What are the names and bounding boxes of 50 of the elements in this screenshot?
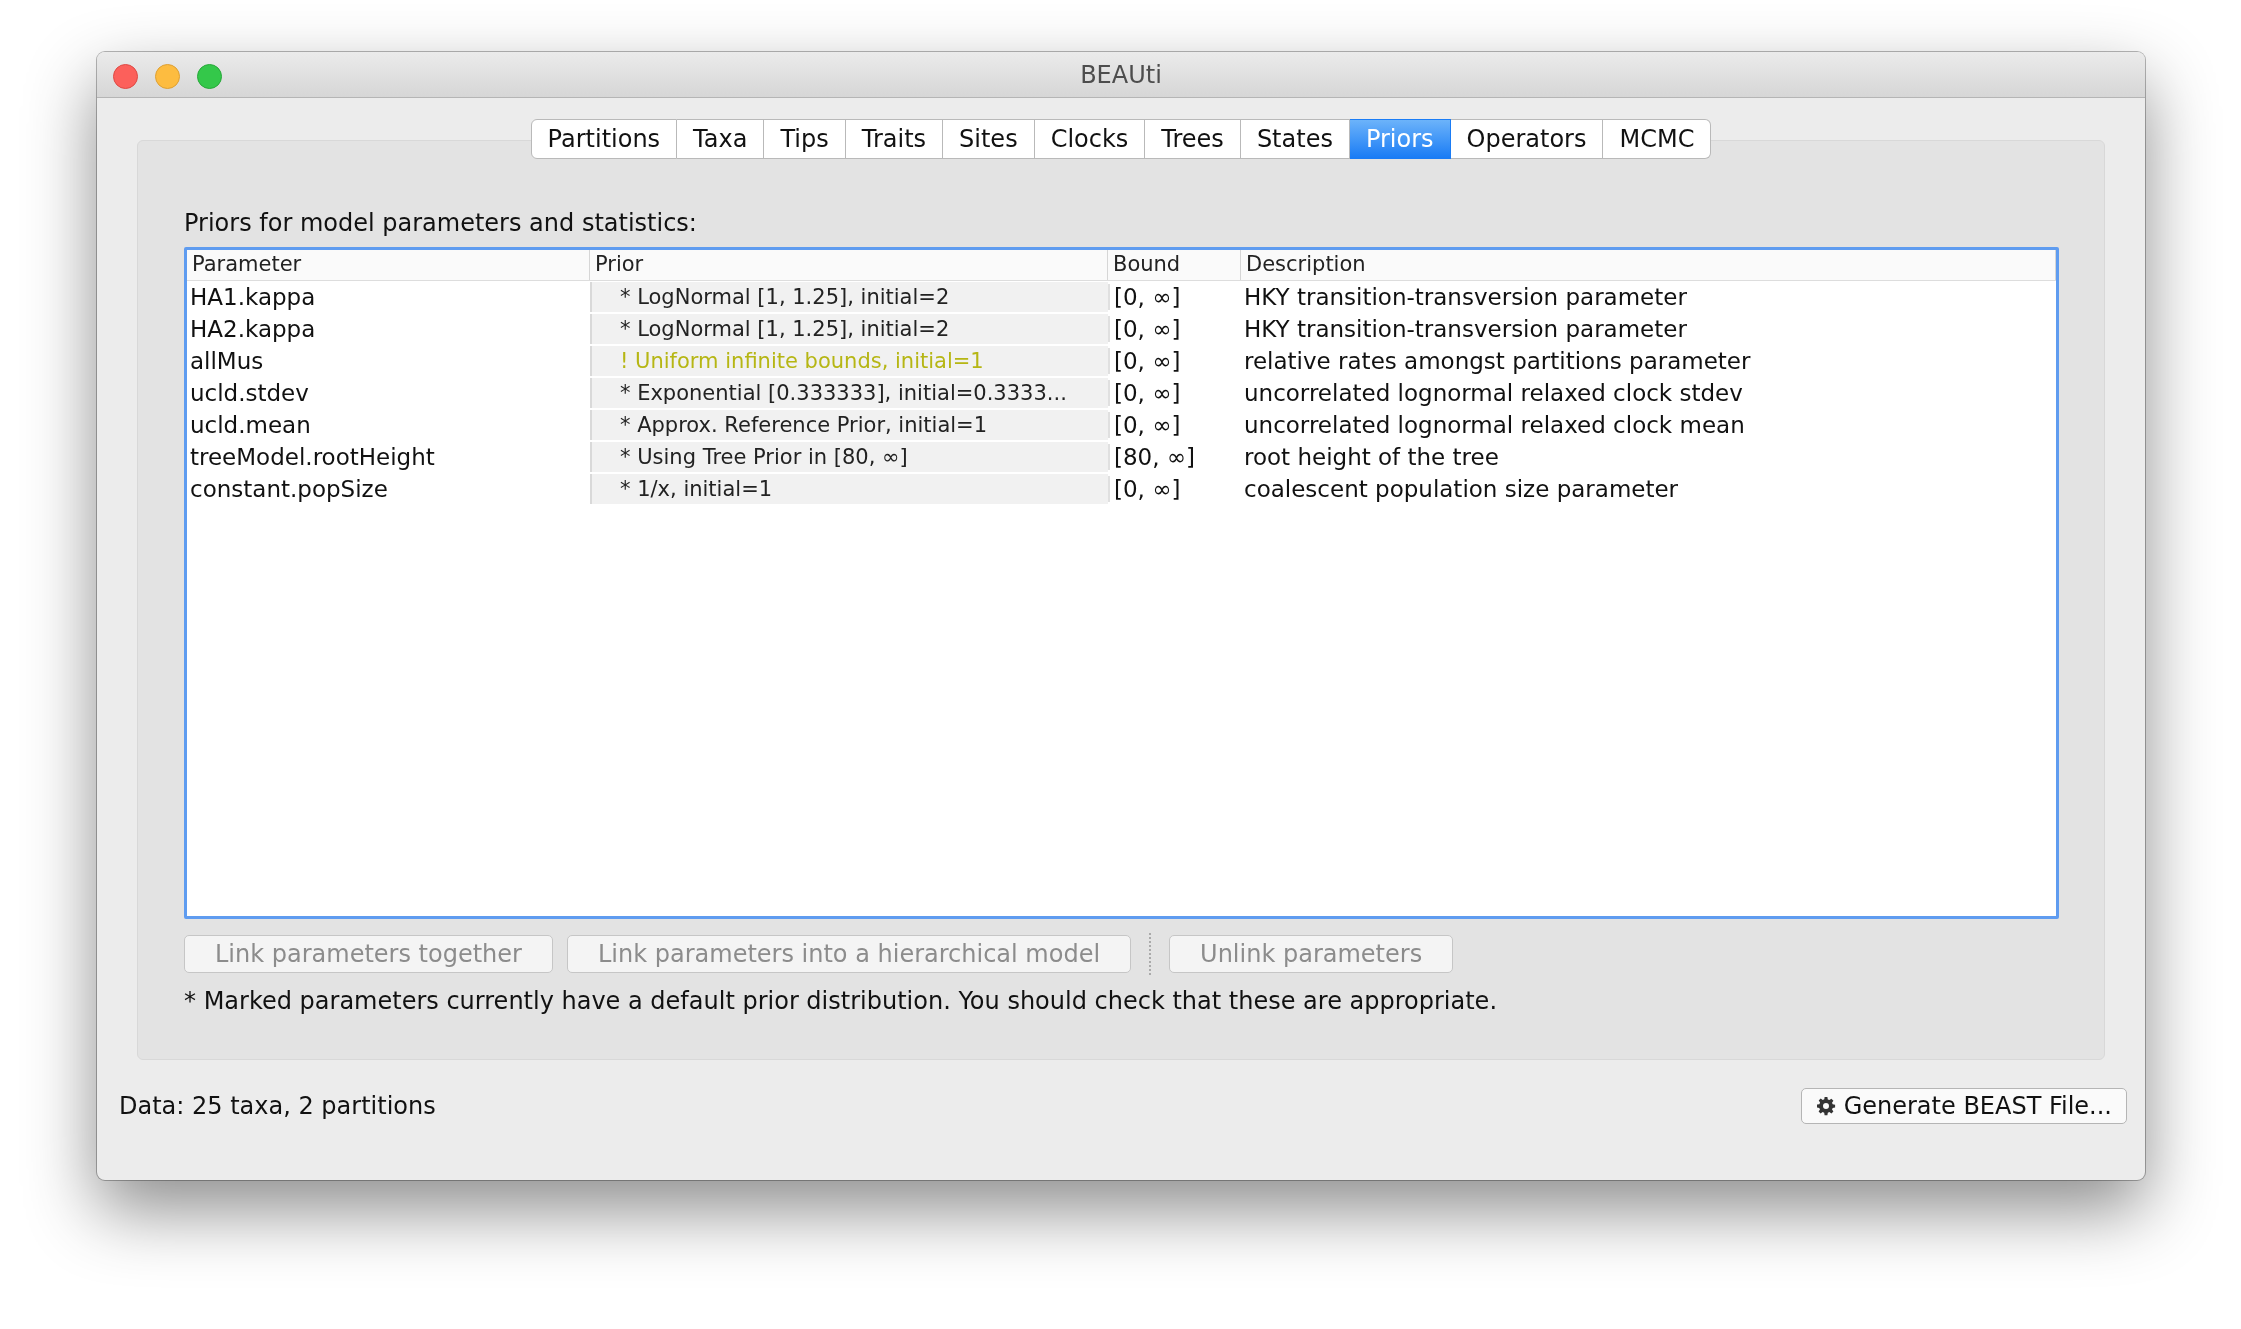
table-cell: [0, ∞] xyxy=(1108,348,1241,374)
footnote-text: * Marked parameters currently have a default prior distribution. You should check that these are appropriate. xyxy=(184,987,1498,1015)
table-cell: [0, ∞] xyxy=(1108,412,1241,438)
table-cell-text: HA2.kappa xyxy=(189,316,317,342)
generate-button[interactable]: Generate BEAST File... xyxy=(1800,1088,2127,1124)
prior-cell[interactable]: * Approx. Reference Prior, initial=1 xyxy=(590,410,1108,440)
table-cell-text: HA1.kappa xyxy=(189,284,317,310)
tab[interactable]: Taxa xyxy=(677,119,765,159)
tab[interactable]: States xyxy=(1240,119,1350,159)
window-title: BEAUti xyxy=(1080,60,1162,89)
table-cell: [0, ∞] xyxy=(1108,476,1241,502)
table-cell: [0, ∞] xyxy=(1108,316,1241,342)
section-heading: Priors for model parameters and statistics: xyxy=(184,209,698,237)
column-header[interactable]: Description xyxy=(1241,250,2056,280)
table-cell-text: root height of the tree xyxy=(1243,444,1500,470)
table-cell-text: ucld.mean xyxy=(189,412,312,438)
table-cell-text: treeModel.rootHeight xyxy=(189,444,436,470)
tab[interactable]: Partitions xyxy=(530,119,678,159)
minimize-button[interactable] xyxy=(155,64,180,89)
table-cell-text: uncorrelated lognormal relaxed clock stdev xyxy=(1243,380,1744,406)
table-cell: [0, ∞] xyxy=(1108,284,1241,310)
table-cell-text: HKY transition-transversion parameter xyxy=(1243,284,1688,310)
zoom-button[interactable] xyxy=(197,64,222,89)
table-cell-text: allMus xyxy=(189,348,265,374)
close-button[interactable] xyxy=(113,64,138,89)
column-header[interactable]: Prior xyxy=(590,250,1108,280)
prior-cell[interactable]: * 1/x, initial=1 xyxy=(590,474,1108,504)
table-cell-text: coalescent population size parameter xyxy=(1243,476,1680,502)
prior-cell[interactable]: * Exponential [0.333333], initial=0.3333... xyxy=(590,378,1108,408)
prior-cell[interactable]: * LogNormal [1, 1.25], initial=2 xyxy=(590,314,1108,344)
table-cell: [0, ∞] xyxy=(1108,380,1241,406)
tab[interactable]: Clocks xyxy=(1034,119,1146,159)
table-cell-text: relative rates amongst partitions parameter xyxy=(1243,348,1752,374)
table-cell-text: uncorrelated lognormal relaxed clock mean xyxy=(1243,412,1746,438)
table-cell-text: HKY transition-transversion parameter xyxy=(1243,316,1688,342)
column-header[interactable]: Parameter xyxy=(187,250,590,280)
tab[interactable]: MCMC xyxy=(1603,119,1712,159)
table-cell-text: ucld.stdev xyxy=(189,380,310,406)
tab[interactable]: Sites xyxy=(943,119,1035,159)
table-cell-text: constant.popSize xyxy=(189,476,389,502)
tab[interactable]: Operators xyxy=(1450,119,1604,159)
tab[interactable]: Tips xyxy=(764,119,846,159)
tab[interactable]: Traits xyxy=(845,119,944,159)
tab[interactable]: Trees xyxy=(1145,119,1241,159)
prior-cell[interactable]: * Using Tree Prior in [80, ∞] xyxy=(590,442,1108,472)
column-header[interactable]: Bound xyxy=(1108,250,1241,280)
gear-icon xyxy=(1815,1096,1836,1116)
prior-cell[interactable]: * LogNormal [1, 1.25], initial=2 xyxy=(590,282,1108,312)
status-text: Data: 25 taxa, 2 partitions xyxy=(119,1092,436,1120)
table-cell: [80, ∞] xyxy=(1108,444,1241,470)
